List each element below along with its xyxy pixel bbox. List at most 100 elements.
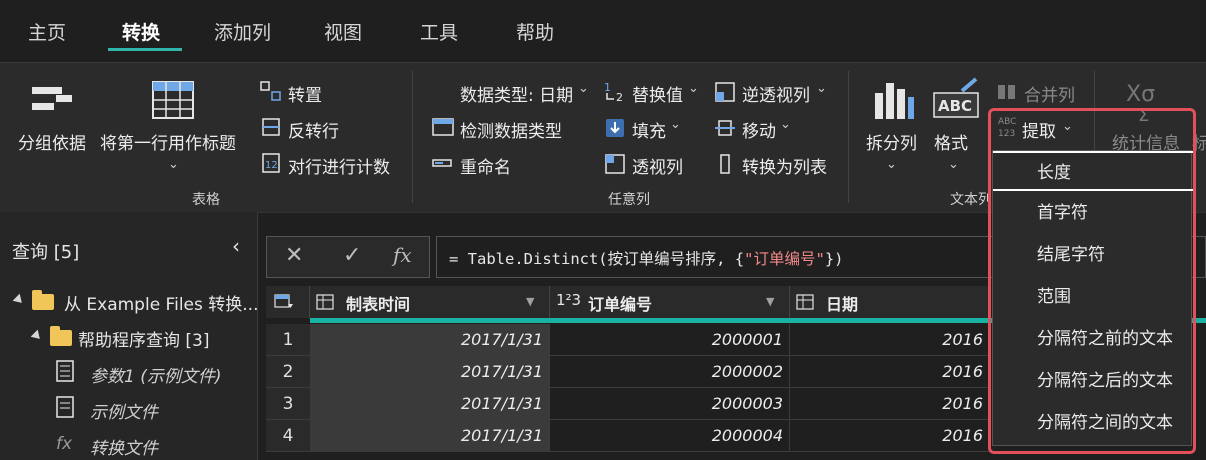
folder-icon [32,290,54,310]
group-by-label: 分组依据 [18,134,86,154]
cell-date[interactable]: 2016 [790,388,990,420]
count-rows-icon: 12 [262,153,280,173]
separator [848,71,849,203]
cell-order[interactable]: 2000003 [550,388,790,420]
query-group-item[interactable]: 帮助程序查询 [3] [78,326,209,351]
tab-home[interactable]: 主页 [28,18,66,45]
formula-text: = Table.Distinct(按订单编号排序, {"订单编号"}) [449,250,844,268]
unpivot-icon [715,82,735,102]
tab-add-column[interactable]: 添加列 [214,18,271,45]
format-label: 格式 [934,134,968,154]
cell-order[interactable]: 2000001 [550,324,790,356]
chevron-down-icon: ⌄ [886,157,897,172]
number-type-icon: 1²3 [556,291,582,309]
tab-help[interactable]: 帮助 [516,18,554,45]
detect-type-button[interactable]: 检测数据类型 [460,117,562,142]
svg-text:2: 2 [616,91,623,103]
cell-date[interactable]: 2016 [790,324,990,356]
dropdown-arrow-icon[interactable]: ▼ [766,295,774,308]
dropdown-arrow-icon[interactable]: ▼ [526,295,534,308]
svg-text:12: 12 [265,160,278,171]
expand-triangle-icon[interactable] [12,293,26,307]
split-column-label: 拆分列 [866,134,917,154]
convert-to-list-button[interactable]: 转换为列表 [742,153,827,178]
pivot-column-button[interactable]: 透视列 [632,153,683,178]
chevron-down-icon: ⌄ [168,157,179,172]
query-pane-title: 查询 [5] [12,242,80,263]
formula-bar-buttons: ✕ ✓ fx [266,236,430,278]
tab-view[interactable]: 视图 [324,18,362,45]
extract-dropdown-menu: 长度 首字符 结尾字符 范围 分隔符之前的文本 分隔符之后的文本 分隔符之间的文… [992,150,1193,446]
folder-icon [50,326,72,346]
group-by-icon [32,87,72,110]
column-header[interactable]: 制表时间 ▼ [310,286,550,318]
column-name: 日期 [826,295,859,314]
confirm-icon[interactable]: ✓ [343,243,361,268]
cell-order[interactable]: 2000004 [550,420,790,452]
active-tab-indicator [108,48,182,51]
reverse-rows-button[interactable]: 反转行 [288,117,339,142]
merge-columns-button[interactable]: 合并列 [1024,81,1075,106]
tab-transform[interactable]: 转换 [122,18,160,45]
count-rows-button[interactable]: 对行进行计数 [288,153,390,178]
menu-item-length[interactable]: 长度 [993,151,1193,191]
chevron-down-icon: ⌄ [578,81,589,96]
chevron-down-icon: ⌄ [688,81,699,96]
parameter-icon [56,360,74,382]
any-column-group-title: 任意列 [608,192,650,208]
cell-date[interactable]: 2016 [790,420,990,452]
query-item[interactable]: 参数1 (示例文件) [90,362,221,387]
menu-item-last-chars[interactable]: 结尾字符 [993,235,1193,275]
rename-button[interactable]: 重命名 [460,153,511,178]
menu-item-first-chars[interactable]: 首字符 [993,193,1193,233]
chevron-down-icon: ⌄ [816,81,827,96]
menu-item-text-before-delimiter[interactable]: 分隔符之前的文本 [993,319,1193,359]
collapse-chevron-icon[interactable]: ‹ [232,234,240,258]
cell-time[interactable]: 2017/1/31 [310,324,550,356]
menu-item-text-after-delimiter[interactable]: 分隔符之后的文本 [993,361,1193,401]
cancel-icon[interactable]: ✕ [285,243,303,268]
query-group-item[interactable]: 从 Example Files 转换... [64,290,258,315]
cell-date[interactable]: 2016 [790,356,990,388]
cell-order[interactable]: 2000002 [550,356,790,388]
row-number[interactable]: 1 [266,324,310,356]
replace-values-button[interactable]: 替换值 [632,81,683,106]
fill-down-icon [606,119,624,137]
menu-item-text-between-delimiters[interactable]: 分隔符之间的文本 [993,403,1193,443]
data-type-dropdown[interactable]: 数据类型: 日期 [460,81,573,106]
row-number[interactable]: 3 [266,388,310,420]
replace-values-icon: 1 2 [604,81,623,103]
table-type-icon [316,294,334,310]
cell-time[interactable]: 2017/1/31 [310,388,550,420]
merge-columns-icon [998,85,1015,99]
table-header-icon [152,81,194,119]
query-item[interactable]: 示例文件 [90,398,158,423]
chevron-down-icon: ⌄ [670,117,681,132]
svg-text:1: 1 [604,81,611,94]
column-header[interactable]: 1²3 订单编号 ▼ [550,286,790,318]
chevron-down-icon: ⌄ [948,157,959,172]
row-number[interactable]: 4 [266,420,310,452]
transpose-button[interactable]: 转置 [288,81,322,106]
use-first-row-label: 将第一行用作标题 [100,134,236,154]
svg-text:ABC: ABC [938,97,972,115]
expand-triangle-icon[interactable] [30,329,44,343]
tab-tools[interactable]: 工具 [420,18,458,45]
query-item[interactable]: 转换文件 [90,434,158,459]
transpose-icon [260,81,281,101]
row-number[interactable]: 2 [266,356,310,388]
cell-time[interactable]: 2017/1/31 [310,420,550,452]
unpivot-button[interactable]: 逆透视列 [742,81,810,106]
column-header[interactable]: 日期 [790,286,990,318]
menu-item-range[interactable]: 范围 [993,277,1193,317]
table-group-title: 表格 [192,192,220,208]
function-fx-icon: fx [56,434,73,454]
fill-button[interactable]: 填充 [632,117,666,142]
file-icon [56,396,74,418]
column-name: 订单编号 [588,295,653,314]
menu-bar: 主页 转换 添加列 视图 工具 帮助 [0,0,1206,62]
move-button[interactable]: 移动 [742,117,776,142]
table-corner-menu[interactable] [266,286,310,318]
fx-icon[interactable]: fx [393,243,412,267]
cell-time[interactable]: 2017/1/31 [310,356,550,388]
